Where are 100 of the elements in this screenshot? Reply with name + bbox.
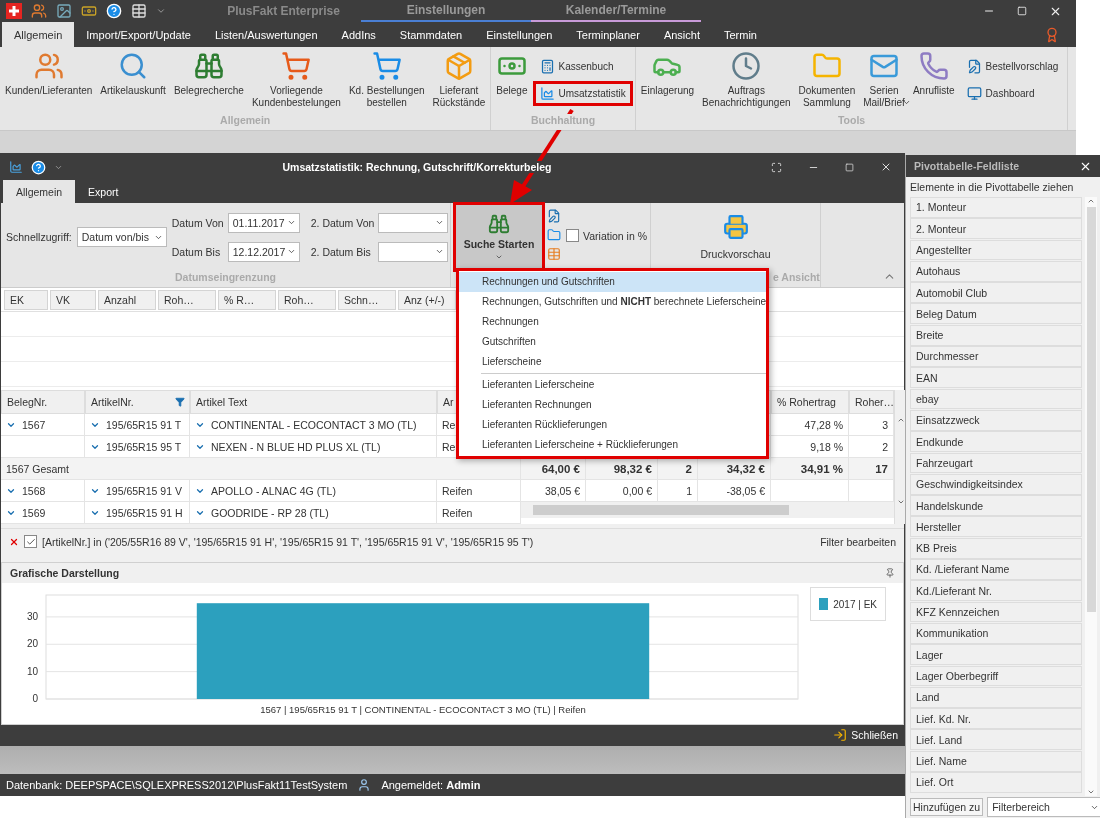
ribbon-button[interactable]: Kunden/Lieferanten xyxy=(1,51,97,97)
context-tab[interactable]: Kalender/Termine xyxy=(531,0,701,22)
scroll-up-icon[interactable] xyxy=(1087,197,1095,205)
column-header[interactable]: ArtikelNr. xyxy=(85,390,190,414)
close-icon[interactable] xyxy=(880,161,892,173)
people-icon[interactable] xyxy=(31,3,47,19)
help-icon[interactable] xyxy=(106,3,122,19)
folder-icon[interactable] xyxy=(547,228,561,242)
print-preview-button[interactable]: Druckvorschau xyxy=(700,214,771,260)
menu-item[interactable]: Lieferanten Rücklieferungen xyxy=(459,415,766,435)
pivot-field[interactable]: Lager xyxy=(910,644,1082,666)
scroll-up-icon[interactable] xyxy=(896,416,905,424)
pin-icon[interactable] xyxy=(885,568,895,578)
ribbon-tab[interactable]: Ansicht xyxy=(651,22,712,47)
menu-item[interactable]: Rechnungen, Gutschriften und NICHT berechnete Lieferscheine xyxy=(459,292,766,312)
pivot-field[interactable]: Durchmesser xyxy=(910,346,1082,367)
menu-item[interactable]: Rechnungen xyxy=(459,312,766,332)
ribbon-button[interactable]: Artikelauskunft xyxy=(96,51,170,97)
ribbon-button[interactable]: Serien Mail/Brief xyxy=(859,51,909,109)
pivot-field[interactable]: Fahrzeugart xyxy=(910,452,1082,474)
ribbon-button[interactable]: Auftrags Benachrichtigungen xyxy=(698,51,795,109)
menu-item[interactable]: Lieferanten Lieferscheine + Rücklieferungen xyxy=(459,435,766,455)
pivot-field[interactable]: Lager Oberbegriff xyxy=(910,665,1082,687)
date-field[interactable]: 01.11.2017 xyxy=(227,212,300,233)
pivot-field[interactable]: Angestellter xyxy=(910,239,1082,261)
ribbon-tab[interactable]: Terminplaner xyxy=(564,22,652,47)
data-field-button[interactable]: Anz (+/-) xyxy=(398,289,456,310)
pivot-field[interactable]: Beleg Datum xyxy=(910,303,1082,325)
pivot-field[interactable]: KB Preis xyxy=(910,537,1082,559)
pivot-field[interactable]: Handelskunde xyxy=(910,495,1082,516)
column-header[interactable]: BelegNr. xyxy=(1,390,85,414)
pencil-document-icon[interactable] xyxy=(547,209,561,223)
pivot-field[interactable]: Kd. /Lieferant Name xyxy=(910,559,1082,580)
pivot-field[interactable]: Lief. Land xyxy=(910,729,1082,751)
ribbon-button[interactable]: Belege xyxy=(492,51,532,97)
ribbon-tab[interactable]: Termin xyxy=(711,22,769,47)
ribbon-tab[interactable]: Stammdaten xyxy=(387,22,475,47)
ribbon-button[interactable]: Lieferant Rückstände xyxy=(428,51,490,109)
picture-frame-icon[interactable] xyxy=(56,3,72,19)
search-start-button[interactable]: Suche Starten xyxy=(456,205,542,269)
ribbon-button[interactable]: Einlagerung xyxy=(636,51,699,97)
scroll-down-icon[interactable] xyxy=(896,498,905,506)
pivot-field[interactable]: Hersteller xyxy=(910,516,1082,538)
pivot-field[interactable]: EAN xyxy=(910,367,1082,389)
ribbon-tab[interactable]: Import/Export/Update xyxy=(74,22,203,47)
maximize-icon[interactable] xyxy=(1017,6,1027,16)
ribbon-tab[interactable]: Einstellungen xyxy=(474,22,565,47)
pivot-field[interactable]: 1. Monteur xyxy=(910,197,1082,218)
data-field-button[interactable]: EK xyxy=(4,289,48,310)
flag-icon[interactable] xyxy=(6,3,22,19)
ribbon-tab[interactable]: Allgemein xyxy=(2,22,75,47)
quick-access-select[interactable]: Datum von/bis xyxy=(76,227,167,247)
date-field[interactable] xyxy=(378,212,449,233)
banknote-icon[interactable] xyxy=(81,3,97,19)
ribbon-button[interactable]: Belegrecherche xyxy=(169,51,248,97)
window-tab[interactable]: Allgemein xyxy=(3,180,76,203)
variation-checkbox[interactable] xyxy=(566,229,579,242)
date-field[interactable] xyxy=(378,241,449,262)
column-header[interactable]: % Rohertrag xyxy=(771,390,849,414)
column-header[interactable]: Roher… xyxy=(849,390,894,414)
data-field-button[interactable]: VK xyxy=(50,289,96,310)
close-button[interactable]: Schließen xyxy=(851,729,898,741)
ribbon-button[interactable]: Dokumenten Sammlung xyxy=(794,51,860,109)
data-field-button[interactable]: Roh… xyxy=(278,289,336,310)
data-field-button[interactable]: Roh… xyxy=(158,289,216,310)
pivot-field[interactable]: Kd./Lieferant Nr. xyxy=(910,580,1082,602)
ribbon-tab[interactable]: Listen/Auswertungen xyxy=(202,22,330,47)
data-field-button[interactable]: Schn… xyxy=(338,289,396,310)
pivot-field[interactable]: Lief. Ort xyxy=(910,772,1082,793)
column-header[interactable]: Artikel Text xyxy=(190,390,437,414)
pivot-field[interactable]: KFZ Kennzeichen xyxy=(910,601,1082,623)
context-tab[interactable]: Einstellungen xyxy=(361,0,531,22)
pivot-field[interactable]: Autohaus xyxy=(910,260,1082,282)
fullscreen-icon[interactable] xyxy=(771,161,782,173)
menu-item[interactable]: Lieferanten Rechnungen xyxy=(459,395,766,415)
ribbon-button[interactable]: Dashboard xyxy=(962,84,1063,103)
add-to-button[interactable]: Hinzufügen zu xyxy=(910,798,984,816)
caret-icon[interactable] xyxy=(156,6,166,16)
pivot-field[interactable]: Endkunde xyxy=(910,431,1082,453)
filter-icon[interactable] xyxy=(175,397,185,407)
pivot-field[interactable]: Automobil Club xyxy=(910,282,1082,303)
maximize-icon[interactable] xyxy=(845,162,854,172)
menu-item[interactable]: Rechnungen und Gutschriften xyxy=(459,272,766,292)
horizontal-scrollbar[interactable] xyxy=(521,502,894,518)
ribbon-button[interactable]: Umsatzstatistik xyxy=(535,84,630,103)
award-icon[interactable] xyxy=(1044,26,1060,43)
pivot-field[interactable]: Kommunikation xyxy=(910,622,1082,644)
area-select[interactable]: Filterbereich xyxy=(987,797,1100,817)
ribbon-button[interactable]: Anrufliste xyxy=(908,51,959,97)
vertical-scrollbar[interactable] xyxy=(894,390,906,524)
menu-item[interactable]: Lieferanten Lieferscheine xyxy=(459,375,766,395)
pivot-field[interactable]: Einsatzzweck xyxy=(910,409,1082,431)
pivot-field[interactable]: Lief. Name xyxy=(910,750,1082,772)
pivot-field[interactable]: Geschwindigkeitsindex xyxy=(910,473,1082,495)
pivot-field[interactable]: Land xyxy=(910,686,1082,708)
pivot-field[interactable]: 2. Monteur xyxy=(910,218,1082,240)
menu-item[interactable]: Gutschriften xyxy=(459,332,766,352)
data-field-button[interactable]: % R… xyxy=(218,289,276,310)
menu-item[interactable]: Lieferscheine xyxy=(459,352,766,372)
ribbon-button[interactable]: Kassenbuch xyxy=(535,57,630,76)
